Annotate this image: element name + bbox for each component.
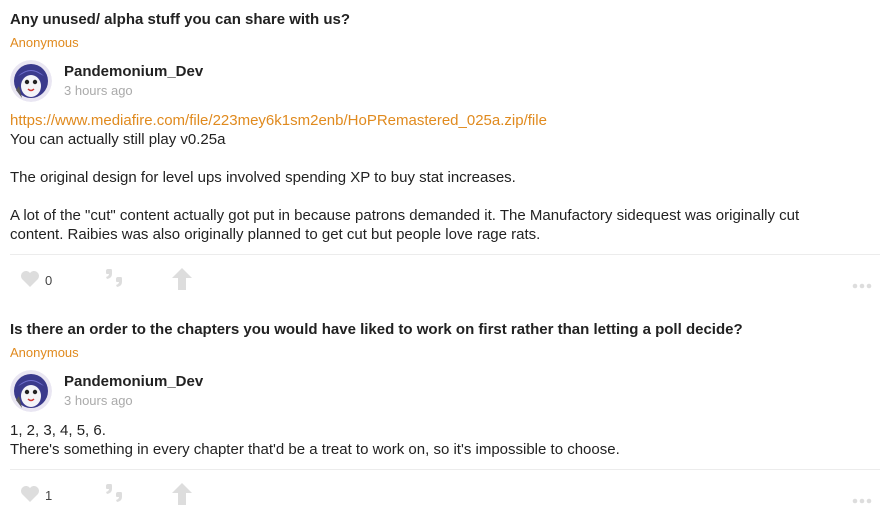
answer-line: content. Raibies was also originally pla… bbox=[10, 226, 541, 243]
like-count: 1 bbox=[45, 488, 53, 503]
asker-name: Anonymous bbox=[10, 345, 79, 360]
upvote-button[interactable] bbox=[172, 483, 192, 510]
heart-icon bbox=[21, 486, 39, 502]
more-icon bbox=[852, 498, 872, 504]
answer-link[interactable]: https://www.mediafire.com/file/223mey6k1… bbox=[10, 112, 547, 129]
asker-name: Anonymous bbox=[10, 35, 79, 50]
like-button[interactable] bbox=[20, 270, 40, 293]
timestamp: 3 hours ago bbox=[64, 83, 133, 98]
answer-line: The original design for level ups involv… bbox=[10, 169, 516, 186]
more-button[interactable] bbox=[852, 491, 872, 509]
heart-icon bbox=[21, 271, 39, 287]
quote-button[interactable] bbox=[103, 269, 125, 294]
quote-button[interactable] bbox=[103, 484, 125, 509]
upvote-button[interactable] bbox=[172, 268, 192, 295]
like-count: 0 bbox=[45, 273, 53, 288]
answer-link-line: https://www.mediafire.com/file/223mey6k1… bbox=[10, 112, 547, 129]
avatar[interactable] bbox=[10, 370, 52, 412]
answer-line: There's something in every chapter that'… bbox=[10, 441, 620, 458]
author-name[interactable]: Pandemonium_Dev bbox=[64, 63, 203, 80]
more-button[interactable] bbox=[852, 276, 872, 294]
divider bbox=[10, 469, 880, 470]
question-text: Is there an order to the chapters you wo… bbox=[10, 321, 743, 338]
like-button[interactable] bbox=[20, 485, 40, 508]
quote-icon bbox=[106, 484, 122, 502]
divider bbox=[10, 254, 880, 255]
arrow-up-icon bbox=[172, 483, 192, 505]
timestamp: 3 hours ago bbox=[64, 393, 133, 408]
answer-line: A lot of the "cut" content actually got … bbox=[10, 207, 800, 224]
arrow-up-icon bbox=[172, 268, 192, 290]
author-name[interactable]: Pandemonium_Dev bbox=[64, 373, 203, 390]
avatar[interactable] bbox=[10, 60, 52, 102]
answer-line: You can actually still play v0.25a bbox=[10, 131, 226, 148]
question-text: Any unused/ alpha stuff you can share wi… bbox=[10, 11, 351, 28]
quote-icon bbox=[106, 269, 122, 287]
more-icon bbox=[852, 283, 872, 289]
answer-line: 1, 2, 3, 4, 5, 6. bbox=[10, 422, 106, 439]
